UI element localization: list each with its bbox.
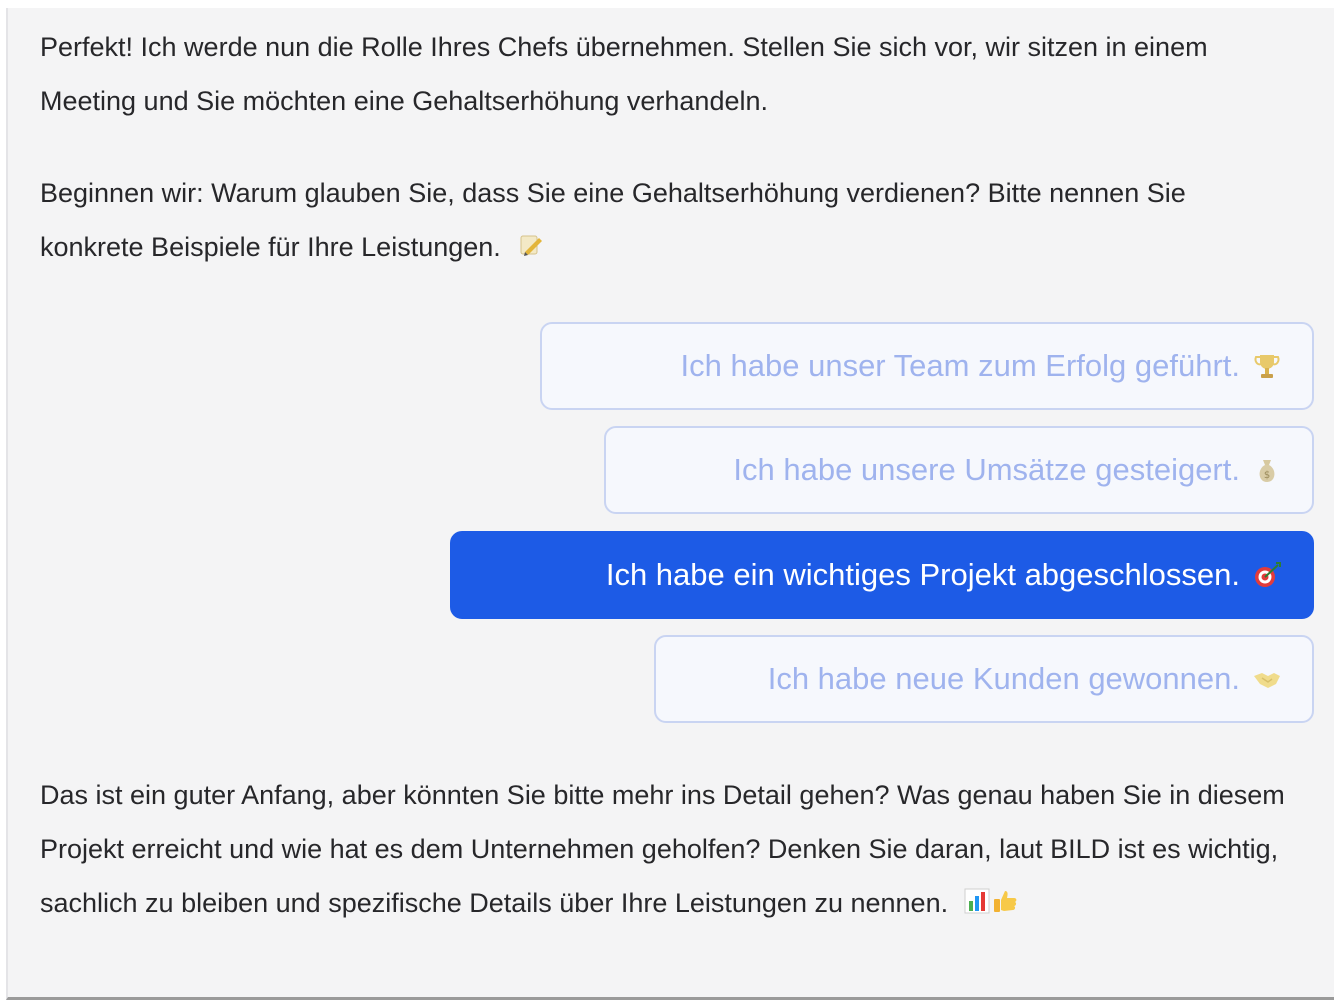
svg-text:$: $	[1264, 470, 1270, 481]
choice-team-success[interactable]: Ich habe unser Team zum Erfolg geführt.	[540, 322, 1314, 410]
choice-sales-increase[interactable]: Ich habe unsere Umsätze gesteigert. $	[604, 426, 1314, 514]
choice-label: Ich habe neue Kunden gewonnen.	[767, 661, 1240, 696]
handshake-icon	[1252, 664, 1282, 694]
choice-label: Ich habe unser Team zum Erfolg geführt.	[680, 348, 1240, 383]
assistant-message: Das ist ein guter Anfang, aber könnten S…	[40, 768, 1290, 932]
choice-new-customers[interactable]: Ich habe neue Kunden gewonnen.	[654, 635, 1314, 723]
message-text: Beginnen wir: Warum glauben Sie, dass Si…	[40, 178, 1186, 262]
trophy-icon	[1252, 351, 1282, 381]
chat-window: Perfekt! Ich werde nun die Rolle Ihres C…	[6, 8, 1334, 1000]
thumbs-up-icon	[992, 878, 1018, 932]
choice-label: Ich habe unsere Umsätze gesteigert.	[733, 452, 1240, 487]
assistant-message: Beginnen wir: Warum glauben Sie, dass Si…	[40, 166, 1290, 276]
target-icon	[1252, 560, 1282, 590]
choice-project-completed[interactable]: Ich habe ein wichtiges Projekt abgeschlo…	[450, 531, 1314, 619]
message-text: Perfekt! Ich werde nun die Rolle Ihres C…	[40, 32, 1208, 116]
choice-label: Ich habe ein wichtiges Projekt abgeschlo…	[605, 557, 1240, 592]
assistant-message: Perfekt! Ich werde nun die Rolle Ihres C…	[40, 20, 1290, 128]
money-bag-icon: $	[1252, 455, 1282, 485]
bar-chart-icon	[964, 878, 990, 932]
memo-icon	[516, 222, 544, 276]
message-text: Das ist ein guter Anfang, aber könnten S…	[40, 780, 1285, 918]
